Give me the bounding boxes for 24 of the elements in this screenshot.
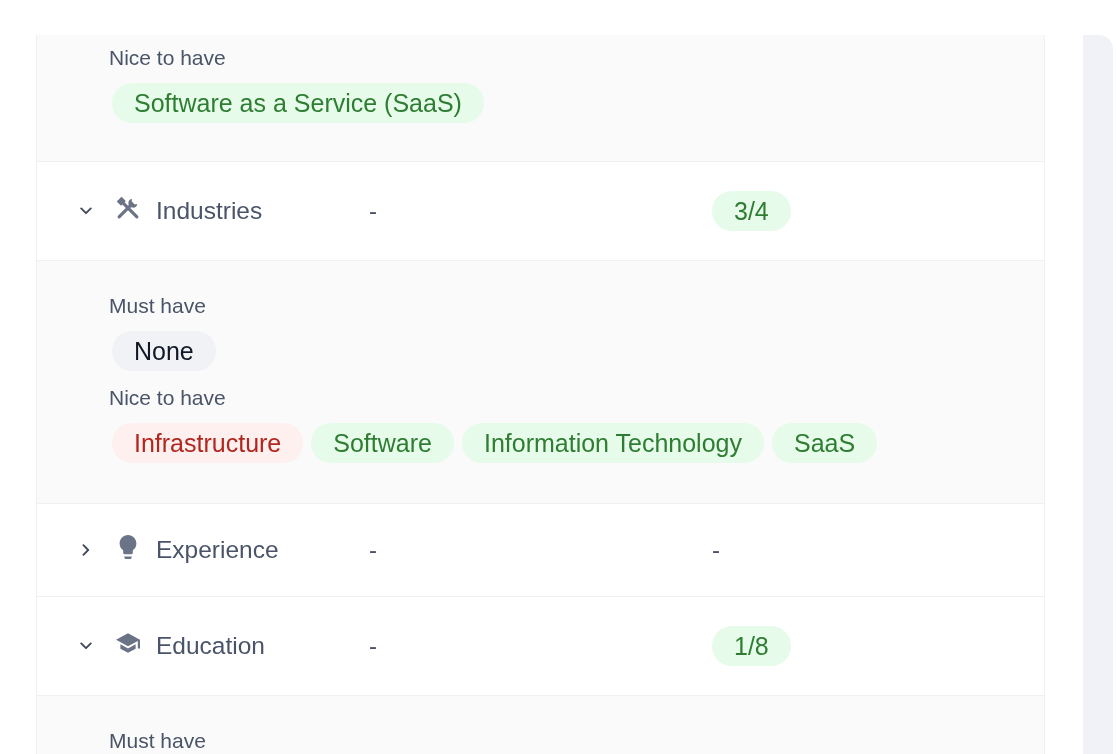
group-label: Nice to have bbox=[109, 47, 226, 69]
criterion-name: Education bbox=[156, 631, 265, 661]
group-label: Nice to have bbox=[109, 387, 226, 409]
tag: Software bbox=[311, 423, 454, 463]
graduation-cap-icon bbox=[116, 631, 140, 655]
requirement-value: - bbox=[369, 631, 377, 661]
hammer-wrench-icon bbox=[116, 196, 140, 220]
match-score-badge: 3/4 bbox=[712, 191, 791, 231]
requirement-value: - bbox=[369, 196, 377, 226]
chevron-down-icon[interactable] bbox=[80, 642, 92, 650]
criterion-name: Industries bbox=[156, 196, 263, 226]
group-label: Must have bbox=[109, 730, 206, 752]
criterion-name: Experience bbox=[156, 535, 279, 565]
tag: Software as a Service (SaaS) bbox=[112, 83, 484, 123]
group-label: Must have bbox=[109, 295, 206, 317]
match-score: - bbox=[712, 535, 720, 565]
tag: Information Technology bbox=[461, 423, 764, 463]
chevron-down-icon[interactable] bbox=[80, 207, 92, 215]
chevron-right-icon[interactable] bbox=[82, 544, 90, 556]
match-score-badge: 1/8 bbox=[712, 626, 791, 666]
tag: SaaS bbox=[772, 423, 878, 463]
tag: Infrastructure bbox=[112, 423, 304, 463]
tag: None bbox=[112, 331, 216, 371]
requirement-value: - bbox=[369, 535, 377, 565]
